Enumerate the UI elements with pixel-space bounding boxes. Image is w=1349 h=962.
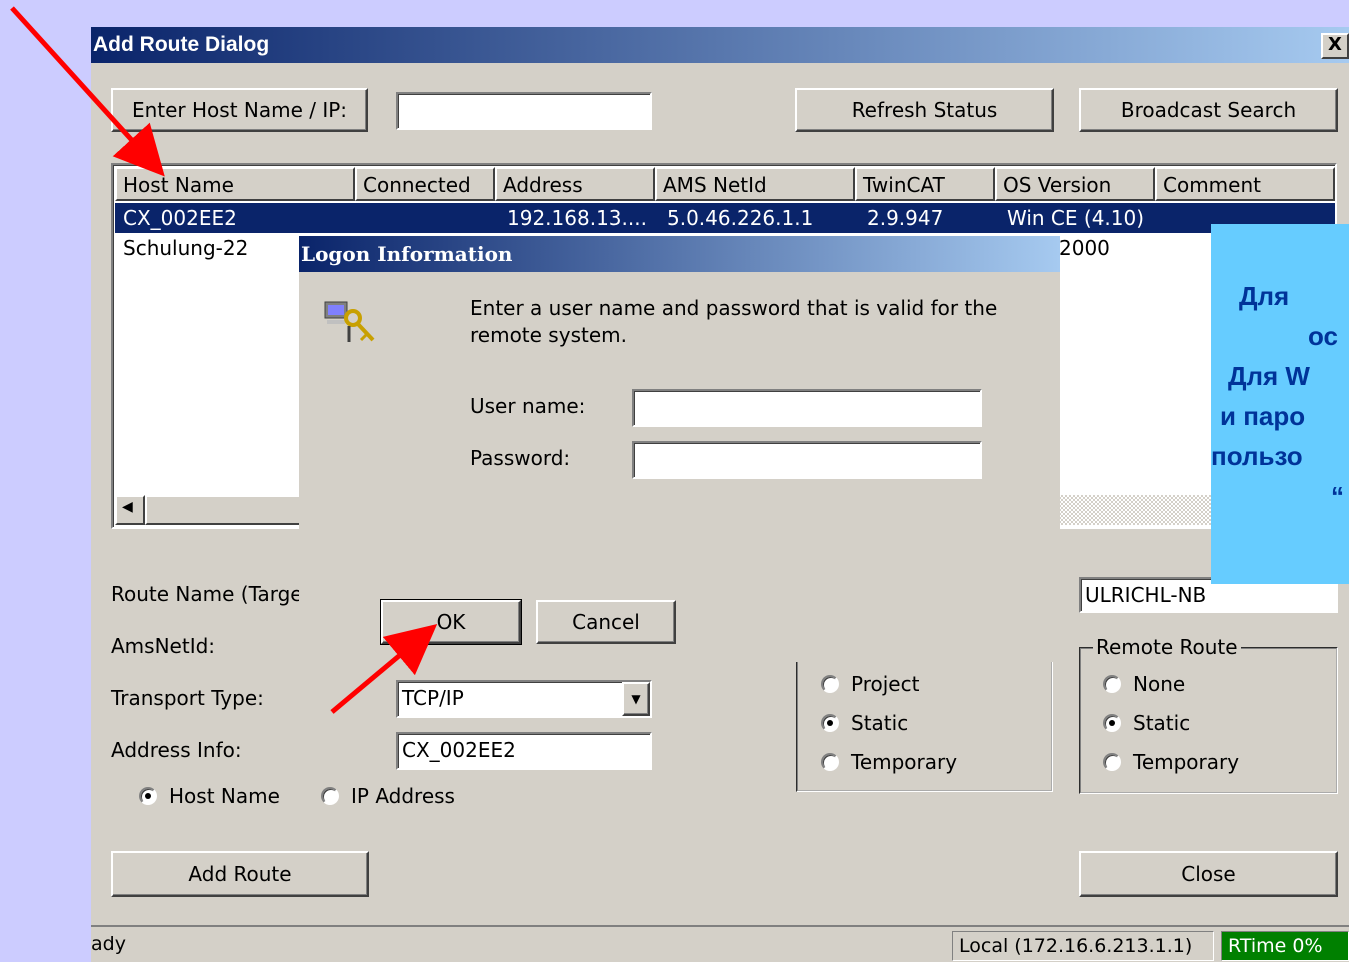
radio-target-static[interactable]: Static [821, 711, 908, 735]
add-route-button[interactable]: Add Route [111, 851, 369, 897]
radio-unchecked-icon [1103, 753, 1121, 771]
enter-host-button[interactable]: Enter Host Name / IP: [111, 88, 368, 132]
callout-line: Для [1239, 281, 1290, 311]
cell-twincat: 2.9.947 [867, 206, 944, 230]
annotation-callout: Для ос Для W и паро пользо “ [1211, 224, 1349, 584]
close-icon[interactable]: X [1321, 33, 1349, 59]
status-rtime: RTime 0% [1221, 931, 1349, 961]
callout-line: ос [1308, 321, 1338, 351]
cell-address: 192.168.13.... [507, 206, 647, 230]
refresh-status-button[interactable]: Refresh Status [795, 88, 1054, 132]
ok-button[interactable]: OK [380, 599, 522, 645]
cell-os-version: 2000 [1059, 236, 1110, 260]
radio-checked-icon [821, 714, 839, 732]
radio-label: None [1133, 672, 1186, 696]
status-text: ady [91, 933, 126, 955]
radio-ip-address[interactable]: IP Address [321, 784, 455, 808]
status-bar: ady Local (172.16.6.213.1.1) RTime 0% [91, 925, 1349, 962]
amsnetid-label: AmsNetId: [111, 634, 216, 658]
column-header-twincat[interactable]: TwinCAT [855, 167, 995, 201]
radio-label: Project [851, 672, 920, 696]
scroll-left-button[interactable]: ◀ [115, 495, 145, 525]
column-header-host-name[interactable]: Host Name [115, 167, 355, 201]
radio-remote-temporary[interactable]: Temporary [1103, 750, 1239, 774]
callout-line: Для W [1228, 361, 1310, 391]
radio-checked-icon [139, 787, 157, 805]
table-row[interactable]: CX_002EE2 192.168.13.... 5.0.46.226.1.1 … [115, 203, 1335, 233]
transport-type-label: Transport Type: [111, 686, 264, 710]
radio-host-name-label: Host Name [169, 784, 280, 808]
host-input[interactable] [396, 92, 652, 130]
radio-target-project[interactable]: Project [821, 672, 919, 696]
cell-host: CX_002EE2 [123, 206, 237, 230]
column-header-address[interactable]: Address [495, 167, 655, 201]
logon-titlebar: Logon Information [299, 236, 1060, 272]
column-header-ams-netid[interactable]: AMS NetId [655, 167, 855, 201]
broadcast-search-button[interactable]: Broadcast Search [1079, 88, 1338, 132]
logon-dialog: Logon Information Enter a user name and … [299, 236, 1060, 662]
radio-unchecked-icon [821, 675, 839, 693]
password-input[interactable] [632, 441, 982, 479]
radio-checked-icon [1103, 714, 1121, 732]
address-info-input[interactable]: CX_002EE2 [396, 732, 652, 770]
transport-type-value: TCP/IP [402, 686, 464, 710]
cancel-button[interactable]: Cancel [536, 600, 676, 644]
remote-route-title: Remote Route [1093, 635, 1241, 659]
radio-ip-address-label: IP Address [351, 784, 455, 808]
radio-unchecked-icon [321, 787, 339, 805]
callout-line: “ [1331, 481, 1344, 511]
radio-remote-static[interactable]: Static [1103, 711, 1190, 735]
radio-target-temporary[interactable]: Temporary [821, 750, 957, 774]
column-header-os-version[interactable]: OS Version [995, 167, 1155, 201]
radio-label: Static [851, 711, 909, 735]
address-info-label: Address Info: [111, 738, 242, 762]
callout-line: и паро [1220, 401, 1306, 431]
radio-remote-none[interactable]: None [1103, 672, 1185, 696]
user-name-input[interactable] [632, 389, 982, 427]
radio-label: Static [1133, 711, 1191, 735]
transport-type-select[interactable]: TCP/IP ▼ [396, 680, 652, 718]
radio-host-name[interactable]: Host Name [139, 784, 280, 808]
scroll-thumb[interactable] [145, 495, 305, 525]
radio-label: Temporary [1133, 750, 1240, 774]
column-header-comment[interactable]: Comment [1155, 167, 1335, 201]
radio-unchecked-icon [821, 753, 839, 771]
callout-line: пользо [1211, 441, 1303, 471]
cell-os-version: Win CE (4.10) [1007, 206, 1145, 230]
radio-label: Temporary [851, 750, 958, 774]
close-button[interactable]: Close [1079, 851, 1338, 897]
logon-message-line2: remote system. [470, 323, 627, 347]
user-name-label: User name: [470, 394, 586, 418]
chevron-down-icon[interactable]: ▼ [622, 682, 650, 716]
column-header-connected[interactable]: Connected [355, 167, 495, 201]
key-icon [324, 301, 375, 342]
dialog-titlebar: Add Route Dialog [91, 27, 1349, 63]
status-local: Local (172.16.6.213.1.1) [952, 931, 1214, 961]
radio-unchecked-icon [1103, 675, 1121, 693]
dialog-title: Add Route Dialog [93, 33, 270, 56]
password-label: Password: [470, 446, 571, 470]
arrow-left-icon: ◀ [122, 499, 133, 515]
route-name-label: Route Name (Targe [111, 582, 303, 606]
cell-ams-netid: 5.0.46.226.1.1 [667, 206, 814, 230]
logon-message-line1: Enter a user name and password that is v… [470, 296, 998, 320]
logon-title: Logon Information [301, 242, 513, 266]
